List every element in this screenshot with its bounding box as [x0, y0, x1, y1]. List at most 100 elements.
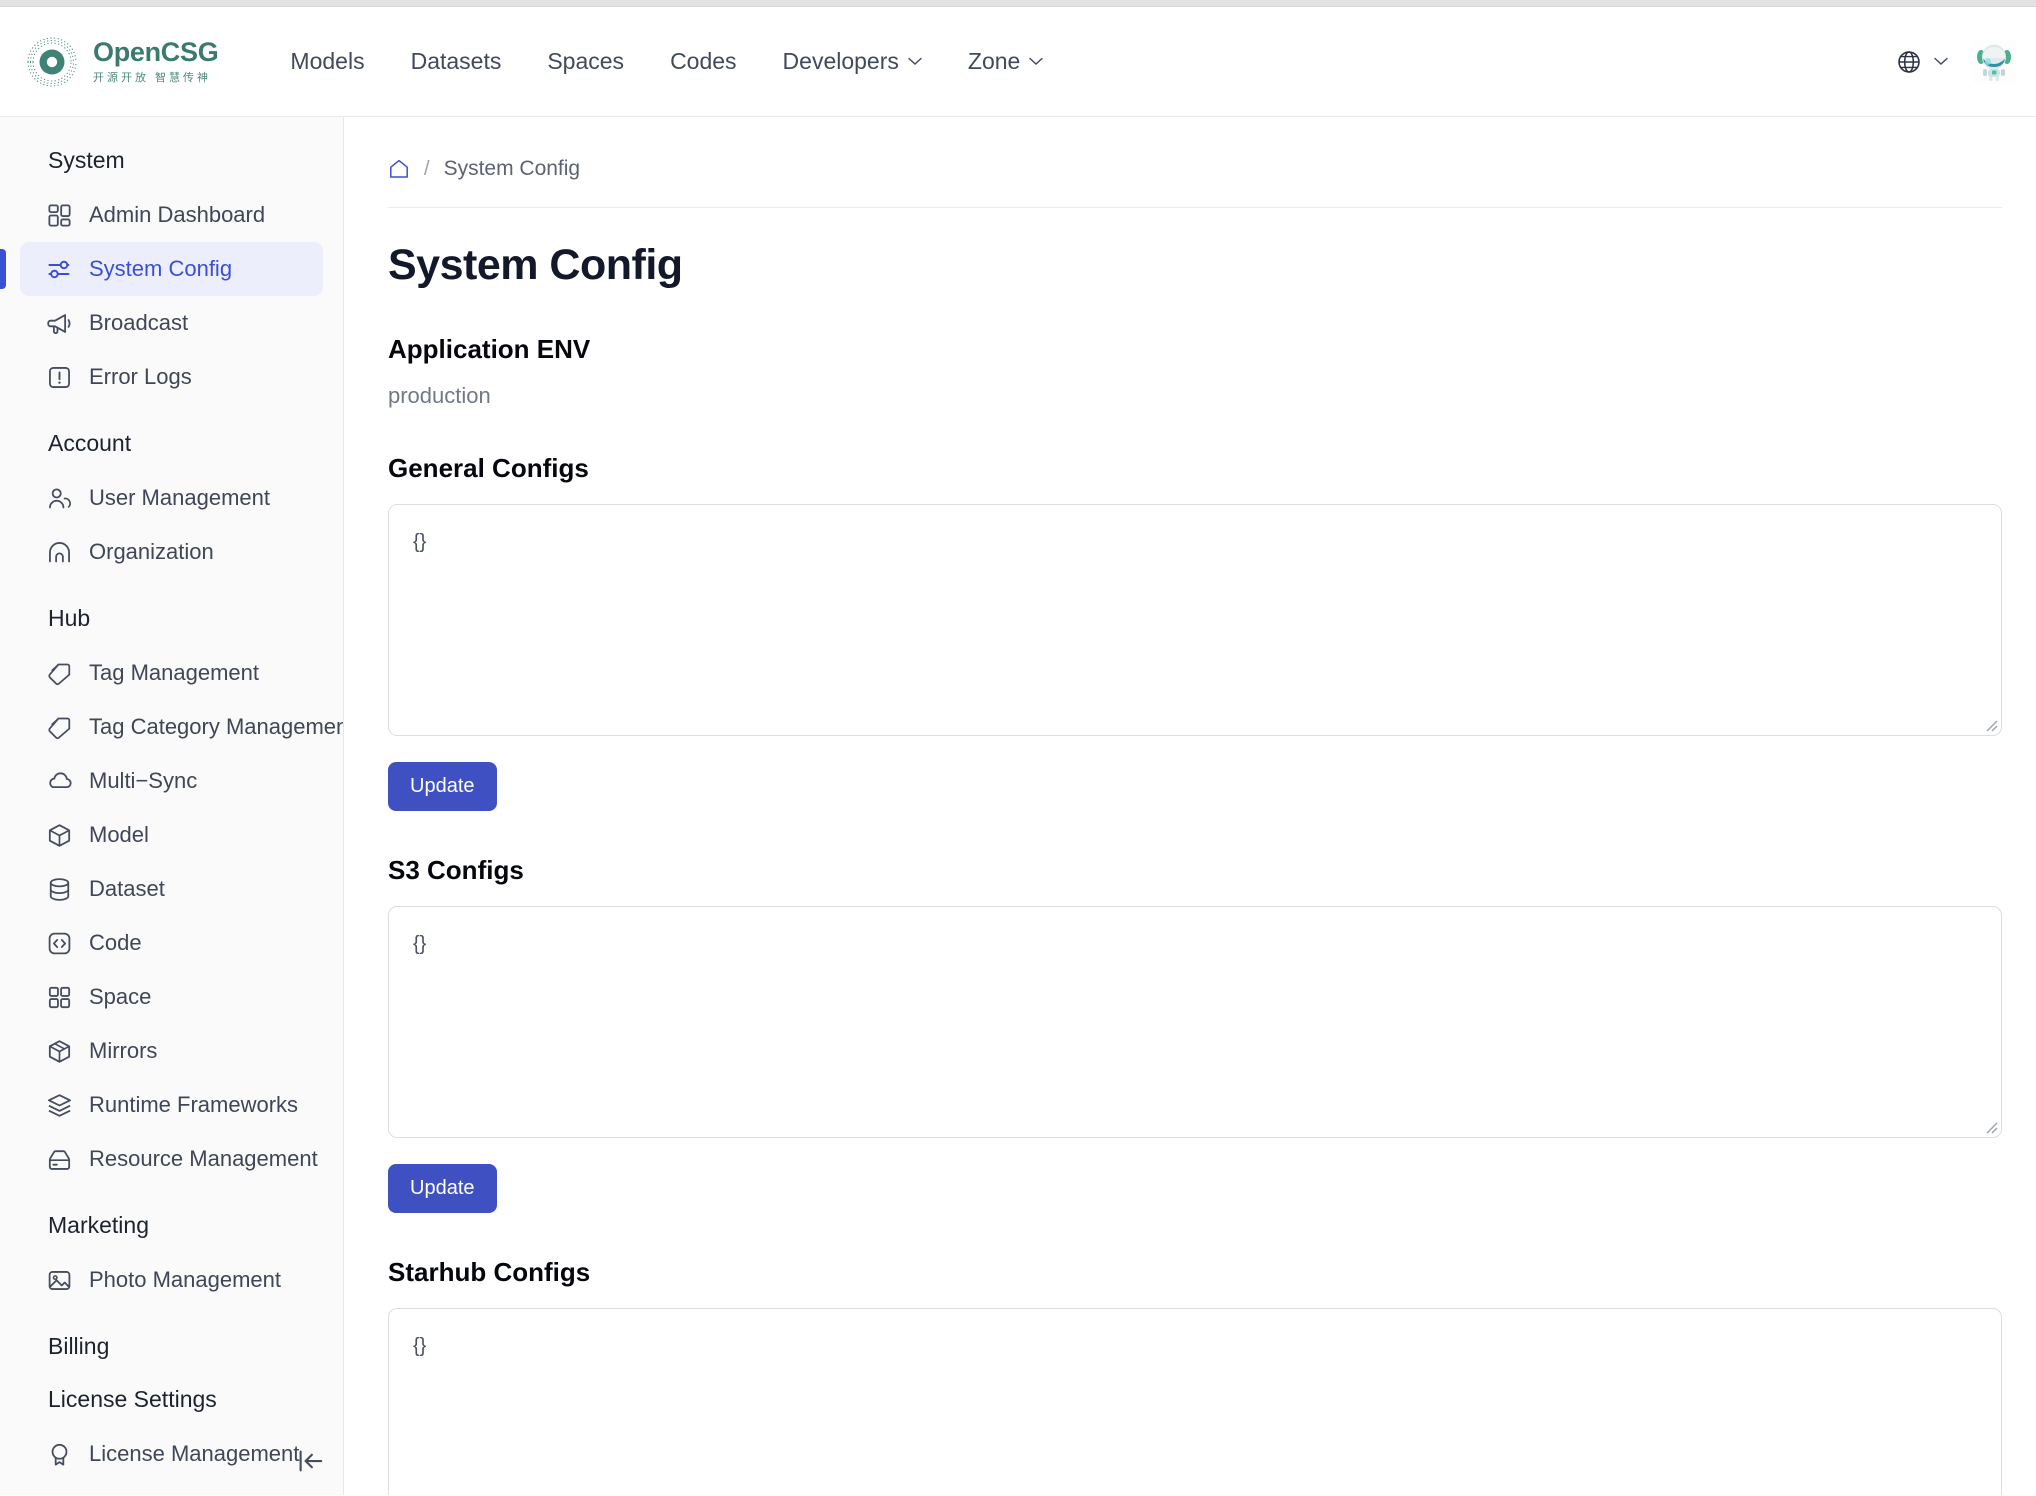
layers-icon	[48, 1093, 71, 1117]
sidebar-item-label: Broadcast	[89, 310, 189, 335]
top-navigation-bar: OpenCSG 开源开放 智慧传神 Models Datasets Spaces…	[0, 7, 2036, 117]
sidebar-group-license-settings: License Settings License Management	[0, 1386, 343, 1481]
sidebar-item-user-management[interactable]: User Management	[20, 471, 323, 525]
sidebar-item-tag-category-management[interactable]: Tag Category Management	[20, 700, 343, 754]
page-title: System Config	[388, 241, 683, 289]
application-env-value: production	[388, 383, 491, 408]
sidebar-group-marketing: Marketing Photo Management	[0, 1212, 343, 1307]
chevron-down-icon	[1029, 57, 1044, 65]
nav-label: Codes	[670, 48, 737, 74]
code-brackets-icon	[48, 932, 71, 954]
nav-item-spaces[interactable]: Spaces	[527, 38, 644, 85]
sidebar-item-license-management[interactable]: License Management	[20, 1427, 323, 1481]
nav-item-zone[interactable]: Zone	[948, 38, 1063, 85]
opencsg-eye-logo-icon	[27, 37, 77, 86]
nav-label: Zone	[967, 48, 1021, 74]
sidebar-group-account: Account User Management Organization	[0, 430, 343, 579]
sidebar-item-dataset[interactable]: Dataset	[20, 862, 323, 916]
sidebar-item-admin-dashboard[interactable]: Admin Dashboard	[20, 188, 323, 242]
cloud-icon	[49, 771, 72, 788]
section-title-general-configs: General Configs	[388, 453, 589, 483]
home-icon[interactable]	[388, 158, 410, 180]
nav-item-codes[interactable]: Codes	[650, 38, 756, 85]
database-icon	[49, 877, 70, 901]
sidebar-item-runtime-frameworks[interactable]: Runtime Frameworks	[20, 1078, 323, 1132]
sidebar-group-title: Billing	[48, 1333, 110, 1359]
sliders-icon	[48, 260, 70, 278]
server-icon	[48, 1149, 71, 1170]
sidebar-item-photo-management[interactable]: Photo Management	[20, 1253, 323, 1307]
image-icon	[48, 1270, 71, 1290]
sidebar-item-label: Organization	[89, 539, 214, 564]
grid-squares-icon	[48, 986, 71, 1008]
sidebar-item-label: Model	[89, 822, 149, 847]
nav-label: Models	[290, 48, 365, 74]
brand-name: OpenCSG	[93, 36, 219, 67]
sidebar-item-tag-management[interactable]: Tag Management	[20, 646, 323, 700]
sidebar-item-label: Space	[89, 984, 152, 1009]
general-configs-textarea[interactable]	[388, 504, 2002, 736]
breadcrumb-separator: /	[424, 157, 430, 180]
tag-icon	[48, 663, 71, 685]
megaphone-icon	[47, 313, 71, 334]
page-body: System Admin Dashboard System Config Bro…	[0, 117, 2036, 1495]
alert-square-icon	[49, 366, 70, 388]
admin-sidebar: System Admin Dashboard System Config Bro…	[0, 117, 344, 1495]
sidebar-item-organization[interactable]: Organization	[20, 525, 323, 579]
sidebar-item-code[interactable]: Code	[20, 916, 323, 970]
sidebar-item-label: License Management	[89, 1441, 300, 1466]
sidebar-item-label: Runtime Frameworks	[89, 1092, 299, 1117]
brand-logo-link[interactable]: OpenCSG 开源开放 智慧传神	[22, 32, 219, 92]
breadcrumb-current: System Config	[443, 157, 581, 180]
general-configs-update-button[interactable]: Update	[388, 762, 497, 811]
user-avatar[interactable]	[1972, 39, 2016, 84]
sidebar-group-title: Hub	[48, 605, 91, 631]
s3-configs-update-button[interactable]: Update	[388, 1164, 497, 1213]
sidebar-group-title: System	[48, 147, 125, 173]
users-icon	[49, 487, 71, 508]
sidebar-item-label: Admin Dashboard	[89, 202, 266, 227]
sidebar-item-broadcast[interactable]: Broadcast	[20, 296, 323, 350]
sidebar-item-space[interactable]: Space	[20, 970, 323, 1024]
sidebar-item-model[interactable]: Model	[20, 808, 323, 862]
nav-label: Developers	[782, 48, 899, 74]
sidebar-group-system: System Admin Dashboard System Config Bro…	[0, 147, 343, 404]
section-title-starhub-configs: Starhub Configs	[388, 1257, 591, 1287]
language-switcher[interactable]	[1890, 43, 1954, 81]
nav-item-models[interactable]: Models	[270, 38, 384, 85]
nav-item-developers[interactable]: Developers	[763, 38, 942, 85]
sidebar-item-label: Mirrors	[89, 1038, 158, 1063]
section-title-application-env: Application ENV	[388, 334, 591, 364]
tag-icon	[48, 717, 71, 739]
cube-icon	[48, 823, 71, 847]
collapse-sidebar-icon[interactable]	[295, 1446, 325, 1476]
nav-label: Spaces	[547, 48, 625, 74]
s3-configs-field-wrap	[388, 906, 2002, 1138]
nav-label: Datasets	[410, 48, 502, 74]
sidebar-item-label: System Config	[89, 256, 233, 281]
globe-icon	[1898, 50, 1920, 73]
award-badge-icon	[51, 1443, 68, 1466]
nav-item-datasets[interactable]: Datasets	[391, 38, 522, 85]
sidebar-item-label: Dataset	[89, 876, 165, 901]
sidebar-item-label: Tag Management	[89, 660, 259, 685]
brand-subtitle: 开源开放 智慧传神	[93, 72, 212, 85]
sidebar-item-error-logs[interactable]: Error Logs	[20, 350, 323, 404]
sidebar-item-resource-management[interactable]: Resource Management	[20, 1132, 323, 1186]
sidebar-group-title: License Settings	[48, 1386, 217, 1412]
sidebar-group-title: Account	[48, 430, 132, 456]
box-icon	[48, 1039, 71, 1063]
sidebar-item-mirrors[interactable]: Mirrors	[20, 1024, 323, 1078]
sidebar-item-system-config[interactable]: System Config	[0, 242, 323, 296]
main-content: / System Config System Config Applicatio…	[344, 117, 2036, 1495]
chevron-down-icon	[908, 57, 922, 65]
starhub-configs-textarea[interactable]	[388, 1308, 2002, 1495]
sidebar-item-multi-sync[interactable]: Multi−Sync	[20, 754, 323, 808]
header-right-controls	[1890, 39, 2016, 84]
main-nav: Models Datasets Spaces Codes Developers …	[270, 38, 1063, 85]
sidebar-item-label: Photo Management	[89, 1267, 282, 1292]
section-title-s3-configs: S3 Configs	[388, 855, 524, 885]
sidebar-group-billing: Billing	[0, 1333, 343, 1360]
sidebar-group-title: Marketing	[48, 1212, 149, 1238]
s3-configs-textarea[interactable]	[388, 906, 2002, 1138]
